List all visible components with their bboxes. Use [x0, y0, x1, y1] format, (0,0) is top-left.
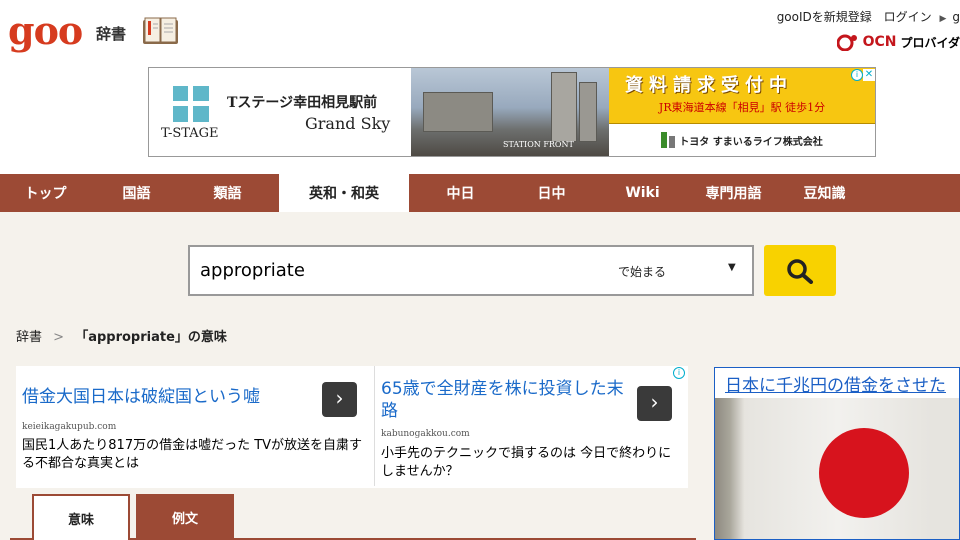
ad-line1: Tステージ幸田相見駅前 [227, 95, 378, 111]
breadcrumb: 辞書 > 「appropriate」の意味 [16, 326, 227, 345]
ad-description: 国民1人あたり817万の借金は嘘だった TVが放送を自粛する不都合な真実とは [22, 438, 363, 471]
ad-brand: T-STAGE [161, 126, 219, 141]
nav-item-mamechishiki[interactable]: 豆知識 [779, 174, 870, 212]
japan-flag-image[interactable] [715, 398, 959, 539]
top-banner-ad[interactable]: T-STAGE Tステージ幸田相見駅前 Grand Sky STATION FR… [148, 67, 876, 157]
ad-company-name: トヨタ すまいるライフ株式会社 [679, 136, 823, 148]
top-links: gooIDを新規登録 ログイン ▶ g [777, 8, 960, 25]
main-nav: トップ 国語 類語 英和・和英 中日 日中 Wiki 専門用語 豆知識 [0, 174, 960, 212]
nav-item-top[interactable]: トップ [0, 174, 91, 212]
adchoices-icon[interactable]: i [851, 69, 863, 81]
ad-domain: kabunogakkou.com [381, 429, 470, 439]
ad-headline: 資料請求受付中 [625, 75, 793, 96]
breadcrumb-root[interactable]: 辞書 [16, 330, 42, 345]
flag-sun-icon [819, 428, 909, 518]
chevron-right-icon[interactable]: › [637, 386, 672, 421]
nav-item-eiwa-waei[interactable]: 英和・和英 [279, 174, 409, 212]
ad-subline: JR東海道本線「相見」駅 徒歩1分 [658, 101, 826, 114]
ad-headline[interactable]: 65歳で全財産を株に投資した末路 [381, 378, 637, 422]
ad-brand-panel: T-STAGE Tステージ幸田相見駅前 Grand Sky [149, 68, 411, 156]
ad-company: トヨタ すまいるライフ株式会社 [609, 124, 875, 156]
ad-headline[interactable]: 借金大国日本は破綻国という嘘 [22, 386, 312, 408]
text-ad[interactable]: 借金大国日本は破綻国という嘘 keieikagakupub.com 国民1人あた… [16, 366, 372, 486]
building-photo: STATION FRONT [411, 68, 609, 156]
ad-description: 小手先のテクニックで損するのは 今日で終わりにしませんか？ [381, 446, 672, 479]
tab-meaning[interactable]: 意味 [32, 494, 130, 540]
login-link[interactable]: ログイン [884, 8, 932, 25]
ocn-provider-label: プロバイダ [900, 35, 960, 50]
photo-label: STATION FRONT [503, 140, 574, 149]
tab-examples[interactable]: 例文 [136, 494, 234, 540]
close-icon[interactable]: ✕ [863, 69, 875, 81]
nav-item-ruigo[interactable]: 類語 [182, 174, 273, 212]
adchoices-icon[interactable]: i [673, 367, 685, 379]
nav-item-nicchu[interactable]: 日中 [506, 174, 597, 212]
text-ad-block: 借金大国日本は破綻国という嘘 keieikagakupub.com 国民1人あた… [16, 366, 688, 488]
ad-headline-panel: 資料請求受付中 JR東海道本線「相見」駅 徒歩1分 [609, 68, 875, 124]
ocn-logo: OCN [862, 34, 897, 50]
ad-line2: Grand Sky [305, 114, 391, 133]
ad-domain: keieikagakupub.com [22, 422, 117, 432]
side-ad[interactable]: 日本に千兆円の借金をさせた [714, 367, 960, 540]
nav-item-chunichi[interactable]: 中日 [415, 174, 506, 212]
register-link[interactable]: gooIDを新規登録 [777, 8, 872, 25]
breadcrumb-current: 「appropriate」の意味 [75, 330, 227, 345]
header: goo 辞書 gooIDを新規登録 ログイン ▶ g OCN プロバイダ [0, 0, 960, 62]
result-tabs: 意味 例文 [10, 494, 696, 540]
goo-logo[interactable]: goo [8, 12, 83, 50]
breadcrumb-separator: > [53, 330, 65, 345]
nav-item-senmon-yougo[interactable]: 専門用語 [688, 174, 779, 212]
chevron-right-icon[interactable]: › [322, 382, 357, 417]
ocn-provider[interactable]: OCN プロバイダ [836, 33, 960, 51]
search-box: で始まる ▼ [188, 245, 754, 296]
text-ad[interactable]: 65歳で全財産を株に投資した末路 kabunogakkou.com 小手先のテク… [374, 366, 688, 486]
nav-item-wiki[interactable]: Wiki [597, 174, 688, 212]
dropdown-arrow-icon[interactable]: ▼ [728, 262, 736, 273]
company-logo-icon [661, 132, 676, 148]
search-button[interactable] [764, 245, 836, 296]
section-title[interactable]: 辞書 [96, 23, 126, 44]
triangle-right-icon: ▶ [939, 14, 947, 24]
search-input[interactable] [200, 247, 590, 294]
t-stage-logo-icon [173, 86, 209, 122]
nav-item-kokugo[interactable]: 国語 [91, 174, 182, 212]
more-link[interactable]: g [952, 10, 960, 24]
dictionary-book-icon [143, 17, 178, 44]
search-icon [787, 259, 813, 284]
search-mode-select[interactable]: で始まる [618, 263, 666, 280]
main-content: で始まる ▼ 辞書 > 「appropriate」の意味 借金大国日本は破綻国と… [0, 212, 960, 540]
side-ad-title[interactable]: 日本に千兆円の借金をさせた [725, 371, 946, 396]
ocn-swirl-icon [836, 34, 857, 51]
